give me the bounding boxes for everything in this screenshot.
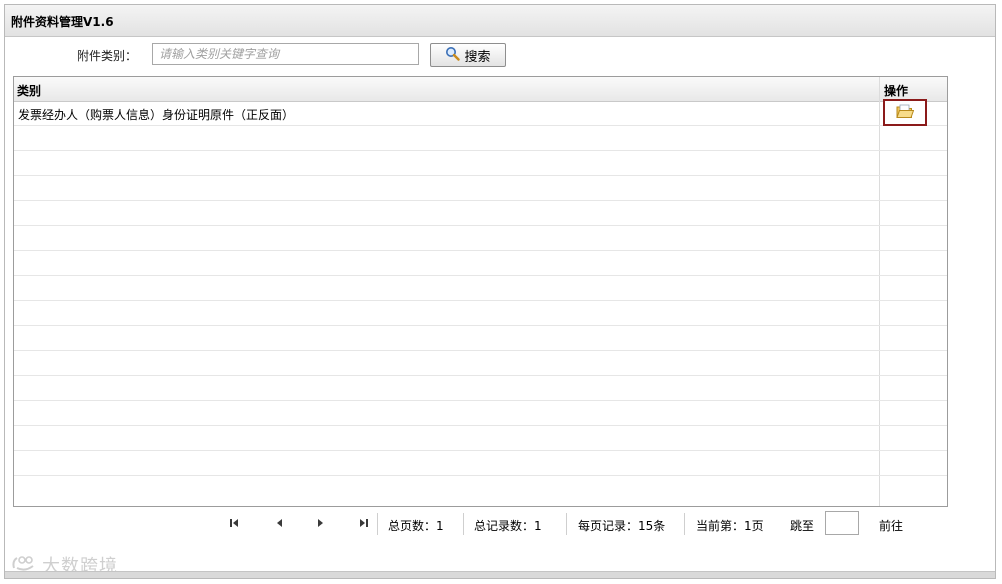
go-button[interactable]: 前往	[879, 517, 903, 534]
table-row-empty	[14, 351, 947, 376]
open-folder-icon	[896, 104, 915, 122]
search-button-label: 搜索	[464, 49, 491, 65]
prev-page-icon[interactable]	[274, 517, 284, 531]
first-page-icon[interactable]	[229, 517, 239, 531]
table-row-empty	[14, 451, 947, 476]
app-window: 附件资料管理V1.6 附件类别： 搜索 类别 操作 发票经办人（购票人信息）身份…	[4, 4, 996, 579]
jump-label: 跳至	[790, 519, 815, 533]
table-row-empty	[14, 126, 947, 151]
data-grid: 类别 操作 发票经办人（购票人信息）身份证明原件（正反面）	[13, 76, 948, 507]
records-per-page: 每页记录：15条	[578, 519, 666, 533]
current-page: 当前第：1页	[696, 519, 764, 533]
table-row-empty	[14, 176, 947, 201]
table-row-empty	[14, 426, 947, 451]
column-header-category[interactable]: 类别	[17, 82, 41, 99]
pager-divider	[463, 513, 464, 535]
category-cell: 发票经办人（购票人信息）身份证明原件（正反面）	[18, 108, 295, 122]
table-row-empty	[14, 251, 947, 276]
grid-body: 发票经办人（购票人信息）身份证明原件（正反面）	[14, 99, 947, 476]
table-row-empty	[14, 326, 947, 351]
table-row-empty	[14, 401, 947, 426]
category-search-input[interactable]	[152, 43, 419, 65]
table-row-empty	[14, 276, 947, 301]
table-row-empty	[14, 226, 947, 251]
jump-page-input[interactable]	[825, 511, 859, 535]
pagination-bar: 总页数：1 总记录数：1 每页记录：15条 当前第：1页 跳至 前往	[5, 511, 995, 539]
table-row[interactable]: 发票经办人（购票人信息）身份证明原件（正反面）	[14, 99, 947, 126]
pager-divider	[566, 513, 567, 535]
total-records: 总记录数：1	[474, 519, 542, 533]
pager-divider	[377, 513, 378, 535]
next-page-icon[interactable]	[316, 517, 326, 531]
total-pages: 总页数：1	[388, 519, 444, 533]
table-row-empty	[14, 201, 947, 226]
table-row-empty	[14, 376, 947, 401]
window-title: 附件资料管理V1.6	[11, 15, 114, 29]
search-bar: 附件类别： 搜索	[5, 43, 995, 73]
column-header-action: 操作	[884, 84, 909, 98]
last-page-icon[interactable]	[359, 517, 369, 531]
table-row-empty	[14, 301, 947, 326]
bottom-strip	[5, 571, 995, 578]
pager-divider	[684, 513, 685, 535]
title-bar: 附件资料管理V1.6	[5, 5, 995, 37]
grid-header: 类别 操作	[14, 77, 947, 102]
table-row-empty	[14, 151, 947, 176]
search-icon	[445, 46, 461, 65]
open-attachment-button[interactable]	[883, 99, 927, 126]
search-button[interactable]: 搜索	[430, 43, 506, 67]
category-label: 附件类别：	[77, 49, 138, 63]
